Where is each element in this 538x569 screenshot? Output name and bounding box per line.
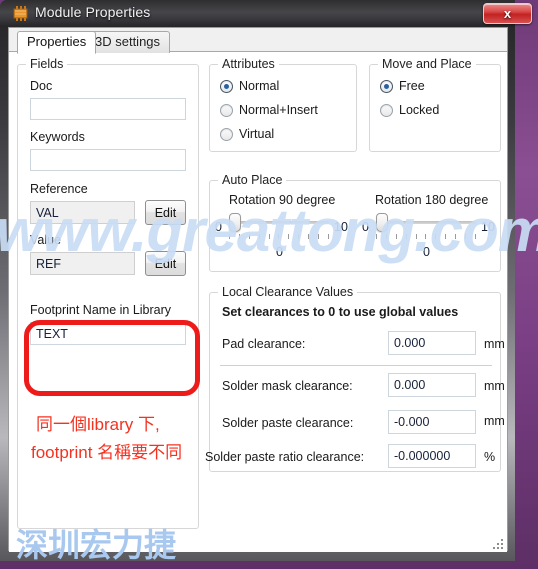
attribute-option-normal-insert[interactable]: Normal+Insert <box>220 103 318 117</box>
footprint-name-input[interactable]: TEXT <box>30 322 186 345</box>
move-and-place-group: Move and Place Free Locked <box>369 57 501 152</box>
auto-place-legend: Auto Place <box>218 173 287 187</box>
rotation-90-label: Rotation 90 degree <box>229 193 336 207</box>
solder-paste-clearance-label: Solder paste clearance: <box>222 416 354 430</box>
module-icon <box>12 5 29 22</box>
rotation-180-label: Rotation 180 degree <box>375 193 489 207</box>
rotation-90-value: 0 <box>276 245 283 259</box>
local-clearance-legend: Local Clearance Values <box>218 285 358 299</box>
attributes-group: Attributes Normal Normal+Insert Virtual <box>209 57 357 152</box>
doc-input[interactable] <box>30 98 186 120</box>
screenshot-root: Module Properties x Properties 3D settin… <box>0 0 538 569</box>
rotation-90-thumb[interactable] <box>229 213 241 232</box>
solder-paste-ratio-unit: % <box>484 450 496 464</box>
close-button[interactable]: x <box>483 3 532 24</box>
solder-paste-clearance-input[interactable]: -0.000 <box>388 410 476 434</box>
move-option-free-label: Free <box>399 79 425 93</box>
value-edit-button[interactable]: Edit <box>145 251 186 276</box>
local-clearance-group: Local Clearance Values Set clearances to… <box>205 285 505 472</box>
rotation-180-thumb[interactable] <box>376 213 388 232</box>
rotation-180-value: 0 <box>423 245 430 259</box>
attribute-option-virtual[interactable]: Virtual <box>220 127 274 141</box>
footprint-name-label: Footprint Name in Library <box>30 303 172 317</box>
rotation-90-track <box>229 221 329 224</box>
resize-grip[interactable] <box>492 538 504 550</box>
reference-label: Reference <box>30 182 88 196</box>
move-option-locked[interactable]: Locked <box>380 103 439 117</box>
solder-mask-clearance-value: 0.000 <box>394 378 426 392</box>
tab-properties[interactable]: Properties <box>17 31 97 54</box>
solder-paste-clearance-value: -0.000 <box>394 415 430 429</box>
reference-input[interactable]: VAL <box>30 201 135 224</box>
fields-group: Fields Doc Keywords Reference VAL Edit V… <box>17 57 199 529</box>
rotation-180-slider[interactable] <box>376 213 476 241</box>
radio-virtual-icon <box>220 127 233 141</box>
keywords-label: Keywords <box>30 130 85 144</box>
tab-3d-settings-label: 3D settings <box>95 34 161 49</box>
pad-clearance-label: Pad clearance: <box>222 337 306 351</box>
rotation-90-ticks <box>229 234 329 240</box>
footprint-name-value: TEXT <box>36 326 68 341</box>
pad-clearance-input[interactable]: 0.000 <box>388 331 476 355</box>
solder-mask-clearance-label: Solder mask clearance: <box>222 379 353 393</box>
solder-paste-ratio-value: -0.000000 <box>394 449 451 463</box>
attribute-option-virtual-label: Virtual <box>239 127 275 141</box>
solder-mask-clearance-input[interactable]: 0.000 <box>388 373 476 397</box>
fields-legend: Fields <box>26 57 68 71</box>
reference-edit-label: Edit <box>154 205 177 220</box>
solder-mask-clearance-unit: mm <box>484 379 505 393</box>
rotation-90-slider[interactable] <box>229 213 329 241</box>
move-and-place-legend: Move and Place <box>378 57 476 71</box>
tab-properties-label: Properties <box>27 34 87 49</box>
rotation-90-max: 10 <box>334 220 348 234</box>
attribute-option-normal-insert-label: Normal+Insert <box>239 103 318 117</box>
value-edit-label: Edit <box>154 256 177 271</box>
properties-tab-page: Fields Doc Keywords Reference VAL Edit V… <box>9 52 507 552</box>
move-option-locked-label: Locked <box>399 103 440 117</box>
solder-paste-ratio-input[interactable]: -0.000000 <box>388 444 476 468</box>
reference-input-value: VAL <box>36 205 59 220</box>
value-label: Value <box>30 233 62 247</box>
tab-strip: Properties 3D settings <box>9 28 507 54</box>
tab-3d-settings[interactable]: 3D settings <box>85 31 171 53</box>
rotation-180-min: 0 <box>362 220 369 234</box>
title-bar: Module Properties x <box>0 0 532 27</box>
pad-clearance-unit: mm <box>484 337 505 351</box>
rotation-180-ticks <box>376 234 476 240</box>
attributes-legend: Attributes <box>218 57 279 71</box>
value-input-value: REF <box>36 256 61 271</box>
radio-normal-insert-icon <box>220 103 233 117</box>
radio-free-icon <box>380 79 393 93</box>
clearance-divider <box>220 365 492 366</box>
reference-edit-button[interactable]: Edit <box>145 200 186 225</box>
move-option-free[interactable]: Free <box>380 79 425 93</box>
clearance-note: Set clearances to 0 to use global values <box>222 305 459 319</box>
pad-clearance-value: 0.000 <box>394 336 426 350</box>
radio-locked-icon <box>380 103 393 117</box>
solder-paste-clearance-unit: mm <box>484 414 505 428</box>
rotation-180-track <box>376 221 476 224</box>
attribute-option-normal-label: Normal <box>239 79 280 93</box>
radio-normal-icon <box>220 79 233 93</box>
value-input[interactable]: REF <box>30 252 135 275</box>
doc-label: Doc <box>30 79 53 93</box>
rotation-180-max: 10 <box>481 220 495 234</box>
solder-paste-ratio-label: Solder paste ratio clearance: <box>205 450 365 464</box>
rotation-90-min: 0 <box>215 220 222 234</box>
keywords-input[interactable] <box>30 149 186 171</box>
dialog-client-area: Properties 3D settings Fields Doc Keywor… <box>8 27 508 552</box>
attribute-option-normal[interactable]: Normal <box>220 79 279 93</box>
window-title: Module Properties <box>35 4 151 20</box>
close-icon: x <box>503 6 512 21</box>
auto-place-group: Auto Place Rotation 90 degree 0 10 0 Rot… <box>209 173 501 272</box>
